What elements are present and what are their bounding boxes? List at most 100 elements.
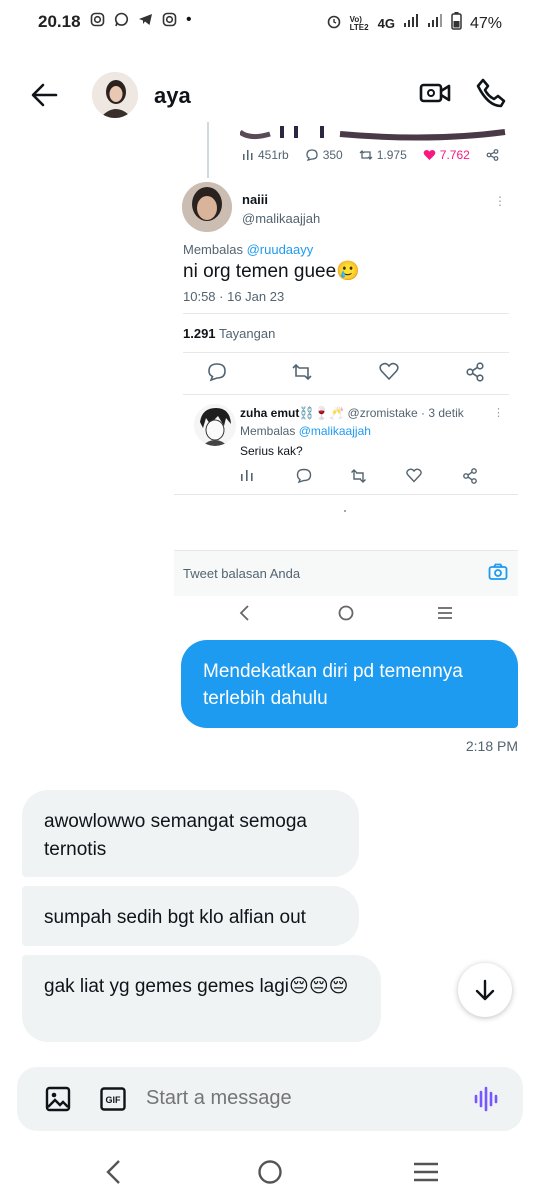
- nav-back-icon: [106, 1160, 120, 1184]
- retweet-button[interactable]: [291, 362, 313, 384]
- views-count: 451rb: [258, 148, 289, 162]
- nav-home-icon: [337, 604, 355, 622]
- sub-reply-header: zuha emut⛓️🍷🥂 @zromistake · 3 detik: [240, 406, 464, 420]
- share-button[interactable]: [465, 362, 487, 384]
- views-line: 1.291 Tayangan: [183, 326, 275, 341]
- status-time: 20.18: [38, 12, 81, 31]
- share-icon: [463, 468, 477, 484]
- status-app-icons: •: [90, 11, 194, 28]
- sub-reply-text: Serius kak?: [240, 444, 303, 458]
- reply-author-handle: @malikaajjah: [242, 211, 321, 226]
- phone-icon: [476, 78, 506, 108]
- instagram-icon: [90, 12, 105, 27]
- voice-message-button[interactable]: [473, 1085, 501, 1113]
- more-options-icon[interactable]: ⋮: [494, 194, 506, 208]
- share-button[interactable]: [462, 468, 478, 484]
- video-call-icon: [419, 83, 451, 103]
- analytics-icon: [241, 470, 253, 481]
- shared-tweet-screenshot[interactable]: 451rb 350 1.975 7.762 naiii @malikaajjah…: [174, 122, 518, 630]
- scroll-to-bottom-button[interactable]: [458, 963, 512, 1017]
- reply-icon: [208, 363, 226, 382]
- volte-label: Vo) LTE2: [349, 14, 369, 32]
- replying-mention[interactable]: @ruudaayy: [247, 242, 314, 257]
- nav-back-icon: [236, 604, 254, 622]
- gif-label: GIF: [106, 1095, 122, 1105]
- replies-count: 350: [322, 148, 343, 162]
- alarm-icon: [326, 13, 342, 34]
- sent-message-bubble[interactable]: Mendekatkan diri pd temennya terlebih da…: [181, 640, 518, 728]
- nav-back-button[interactable]: [100, 1158, 128, 1186]
- heart-icon: [379, 362, 399, 381]
- nav-recents-icon: [436, 604, 454, 622]
- back-arrow-icon: [31, 83, 58, 107]
- nav-recents-icon: [414, 1162, 438, 1182]
- contact-name[interactable]: aya: [154, 83, 191, 109]
- received-message-bubble[interactable]: gak liat yg gemes gemes lagi😔😔😔: [22, 955, 381, 1042]
- tweet-actions: [183, 362, 509, 386]
- image-button[interactable]: [45, 1086, 71, 1112]
- contact-avatar[interactable]: [92, 72, 138, 118]
- like-button[interactable]: [406, 468, 422, 484]
- more-options-icon[interactable]: ⋮: [493, 406, 504, 419]
- received-message-bubble[interactable]: sumpah sedih bgt klo alfian out: [22, 886, 359, 946]
- analytics-icon: [243, 150, 253, 160]
- signal-icon-2: [427, 14, 443, 33]
- replies-stat[interactable]: 350: [305, 148, 343, 162]
- retweet-button[interactable]: [350, 468, 366, 484]
- sub-reply-actions: [240, 468, 480, 486]
- phone-call-button[interactable]: [474, 76, 508, 110]
- telegram-icon: [138, 12, 153, 27]
- tweet-reply-placeholder: Tweet balasan Anda: [183, 566, 301, 581]
- sub-reply-name[interactable]: zuha emut⛓️🍷🥂: [240, 406, 344, 420]
- views-button[interactable]: [240, 468, 256, 484]
- status-bar: 20.18 • Vo) LTE2 4G 47%: [0, 0, 540, 44]
- retweet-icon: [292, 363, 312, 381]
- share-icon: [466, 362, 484, 382]
- views-stat[interactable]: 451rb: [242, 148, 289, 162]
- sub-reply-handle-time: @zromistake · 3 detik: [347, 406, 464, 420]
- arrow-down-icon: [475, 979, 495, 1001]
- network-label: 4G: [377, 16, 395, 31]
- camera-icon[interactable]: [488, 563, 508, 581]
- voice-waveform-icon: [474, 1086, 498, 1112]
- image-icon: [45, 1086, 71, 1112]
- views-label: Tayangan: [218, 326, 276, 341]
- replying-mention[interactable]: @malikaajjah: [299, 424, 371, 438]
- parent-tweet-stats: 451rb 350 1.975 7.762: [242, 148, 499, 162]
- retweets-count: 1.975: [376, 148, 407, 162]
- retweet-icon: [359, 150, 373, 160]
- gif-button[interactable]: GIF: [100, 1087, 126, 1111]
- message-input[interactable]: [146, 1087, 446, 1110]
- share-stat[interactable]: [486, 149, 499, 161]
- retweets-stat[interactable]: 1.975: [359, 148, 407, 162]
- replying-prefix: Membalas: [183, 242, 243, 257]
- heart-filled-icon: [423, 149, 436, 160]
- reply-button[interactable]: [207, 362, 229, 384]
- nav-home-button[interactable]: [256, 1158, 284, 1186]
- instagram-icon-2: [162, 12, 177, 27]
- likes-stat[interactable]: 7.762: [423, 148, 470, 162]
- whatsapp-icon: [114, 12, 129, 27]
- tweet-reply-bar[interactable]: Tweet balasan Anda: [174, 550, 518, 596]
- system-navigation-bar: [0, 1142, 540, 1200]
- status-indicators: Vo) LTE2 4G 47%: [326, 12, 502, 35]
- likes-count: 7.762: [439, 148, 470, 162]
- loading-dot: [344, 510, 346, 512]
- battery-percent: 47%: [469, 14, 502, 32]
- nav-recents-button[interactable]: [412, 1158, 440, 1186]
- like-button[interactable]: [379, 362, 401, 384]
- reply-author-name[interactable]: naiii: [242, 192, 268, 207]
- divider: [174, 494, 518, 495]
- reply-button[interactable]: [296, 468, 312, 484]
- reply-timestamp: 10:58 · 16 Jan 23: [183, 289, 285, 304]
- retweet-icon: [351, 469, 366, 483]
- message-timestamp: 2:18 PM: [465, 738, 518, 754]
- reply-text: ni org temen guee🥲: [183, 261, 360, 282]
- signal-icon: [403, 14, 419, 33]
- notification-dot: •: [186, 11, 192, 28]
- video-call-button[interactable]: [418, 76, 452, 110]
- received-message-bubble[interactable]: awowlowwo semangat semoga ternotis: [22, 790, 359, 877]
- reply-author-avatar[interactable]: [182, 182, 232, 232]
- sub-reply-avatar[interactable]: [194, 404, 236, 446]
- back-button[interactable]: [28, 80, 62, 110]
